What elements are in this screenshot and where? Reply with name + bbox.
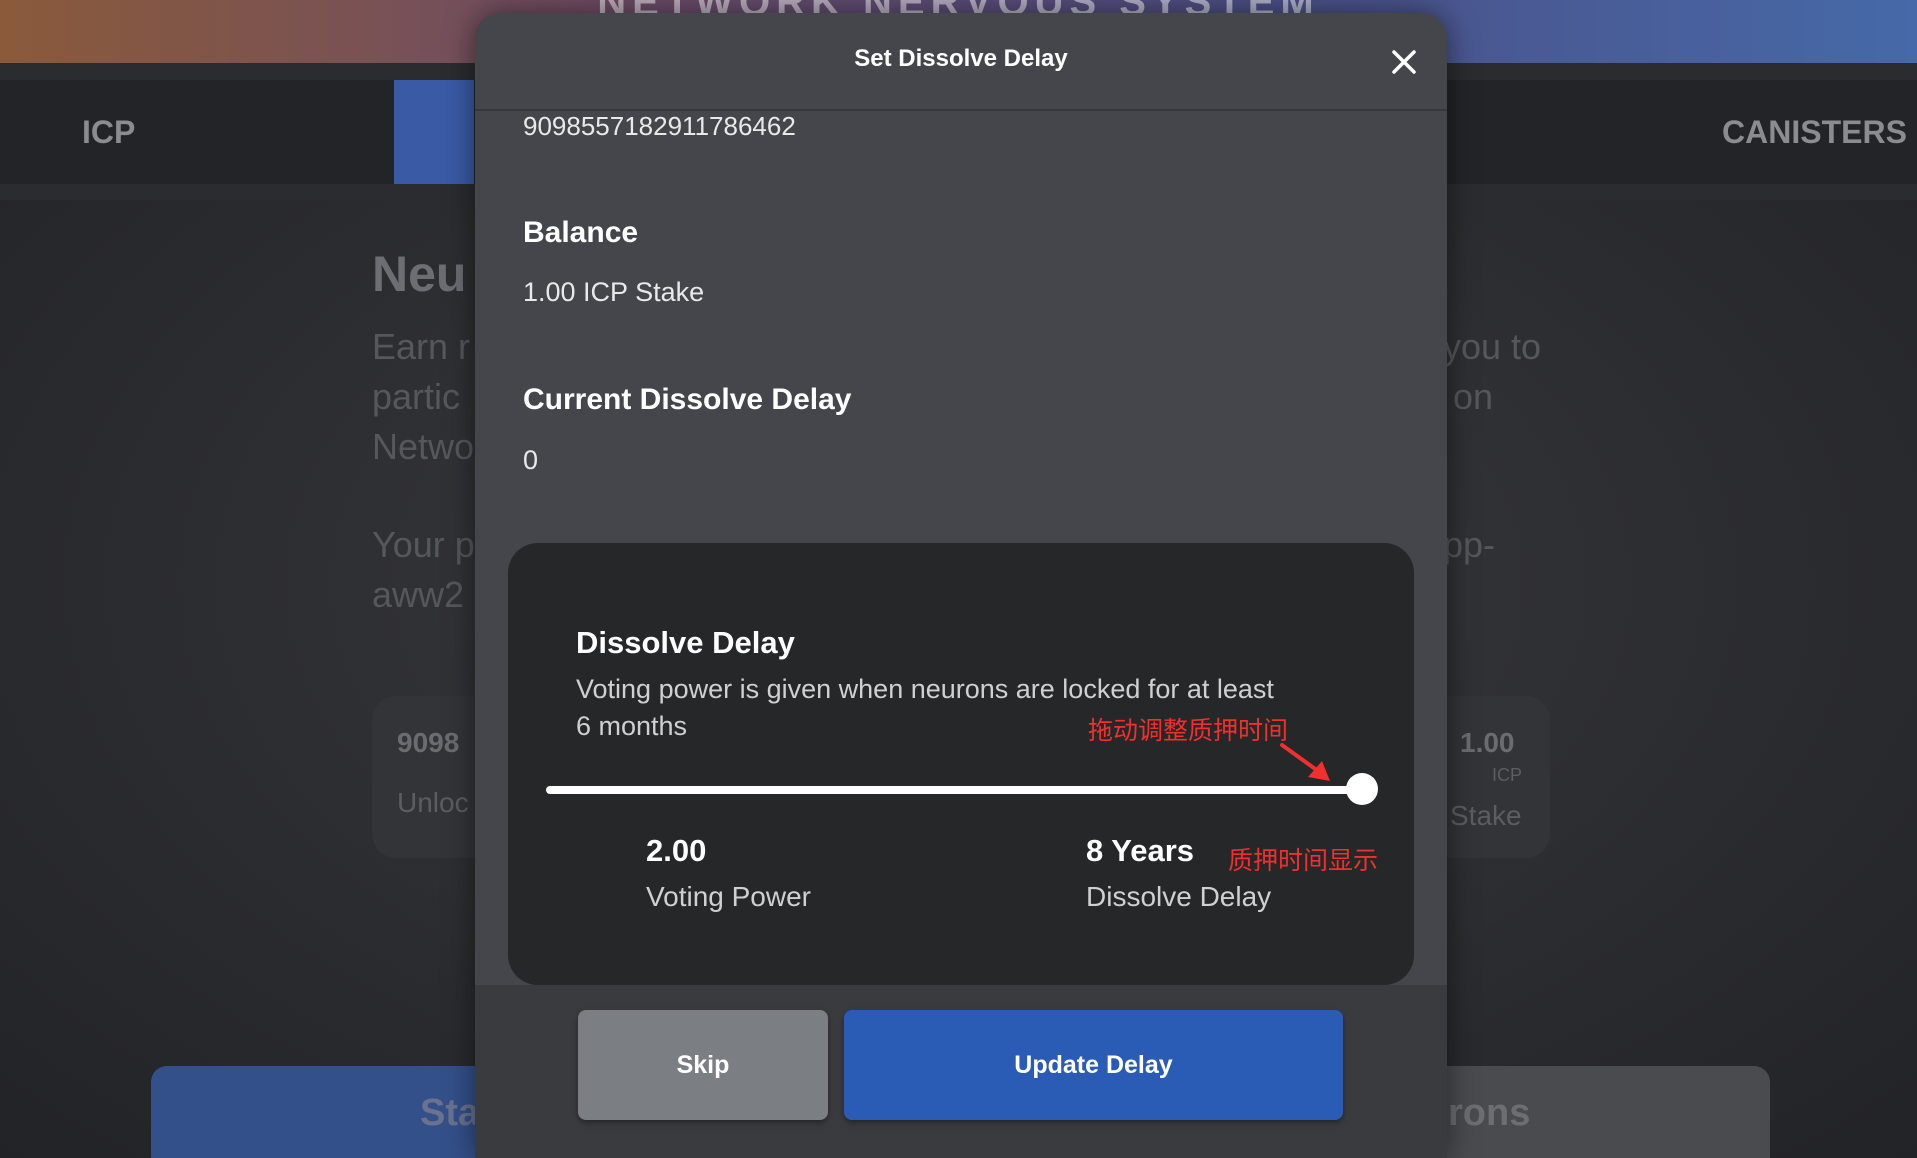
neuron-card-id: 9098 [397, 727, 460, 758]
neuron-card-state: Unloc [397, 787, 469, 818]
neuron-card-amount: 1.00 [1460, 727, 1515, 758]
voting-power-label: Voting Power [646, 881, 811, 912]
page-title-fragment: Neu [372, 246, 467, 302]
set-dissolve-delay-modal: Set Dissolve Delay 9098557182911786462 B… [475, 13, 1447, 1158]
principal-text-left: Your p aww2 [372, 524, 475, 615]
neuron-card-stake: Stake [1450, 800, 1522, 831]
arrow-annotation-icon [1280, 743, 1330, 781]
current-delay-label: Current Dissolve Delay [523, 383, 852, 416]
neuron-card-unit: ICP [1492, 765, 1523, 785]
modal-title: Set Dissolve Delay [854, 45, 1068, 72]
tab-icp[interactable]: ICP [82, 80, 135, 184]
close-icon [1392, 50, 1416, 74]
neurons-button-label-fragment: rons [1448, 1092, 1531, 1134]
dissolve-delay-slider-thumb[interactable] [1346, 773, 1378, 805]
principal-text-right: pp- [1443, 524, 1496, 565]
skip-button[interactable]: Skip [578, 1010, 828, 1120]
dissolve-delay-title: Dissolve Delay [576, 625, 795, 660]
voting-power-value: 2.00 [646, 833, 707, 868]
stake-button-label-fragment: Sta [420, 1092, 480, 1134]
dissolve-delay-value: 8 Years [1086, 833, 1195, 868]
modal-header: Set Dissolve Delay [475, 13, 1447, 111]
display-hint-annotation: 质押时间显示 [1228, 847, 1379, 875]
update-delay-button[interactable]: Update Delay [844, 1010, 1343, 1120]
current-delay-value: 0 [523, 445, 539, 475]
neuron-id: 9098557182911786462 [523, 111, 796, 141]
tab-neurons-active[interactable] [394, 80, 474, 184]
balance-label: Balance [523, 216, 639, 249]
balance-value: 1.00 ICP Stake [523, 277, 705, 307]
intro-text-right: you to on [1443, 326, 1542, 417]
dissolve-delay-card: Dissolve Delay Voting power is given whe… [508, 543, 1414, 985]
dissolve-delay-slider-track[interactable] [546, 786, 1376, 794]
intro-text-left: Earn r partic Netwo [372, 326, 475, 467]
tab-canisters[interactable]: CANISTERS [1722, 80, 1907, 184]
close-button[interactable] [1385, 43, 1423, 81]
drag-hint-annotation: 拖动调整质押时间 [1088, 717, 1289, 745]
modal-footer: Skip Update Delay [475, 985, 1447, 1158]
dissolve-delay-label: Dissolve Delay [1086, 881, 1272, 912]
